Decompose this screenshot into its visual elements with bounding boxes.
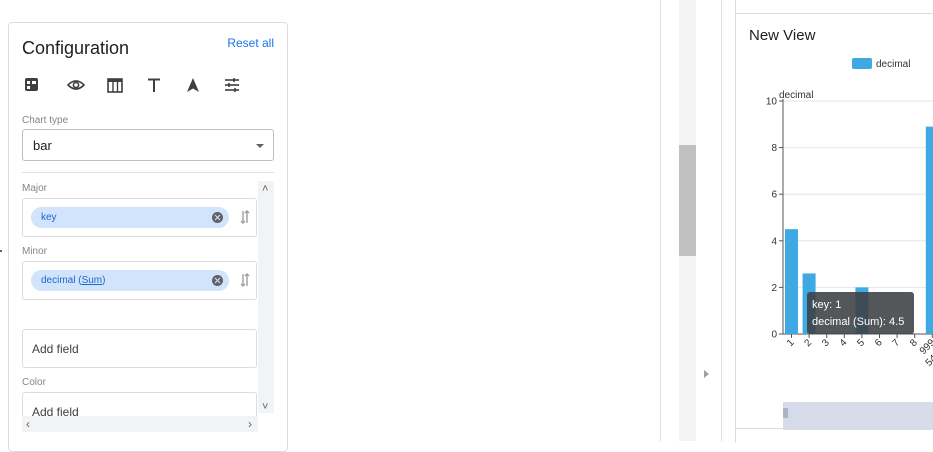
chart-type-select[interactable]: bar [22,129,274,161]
text-icon[interactable] [144,75,164,95]
config-toolbar [22,75,262,95]
range-brush[interactable] [783,402,933,430]
remove-chip-icon[interactable] [212,212,223,223]
expand-arrow-icon[interactable] [704,370,709,378]
sort-icon[interactable] [240,209,250,225]
paint-icon[interactable] [183,75,203,95]
brush-handle[interactable] [783,408,788,418]
bar [785,229,798,334]
scroll-right-icon[interactable]: › [248,417,252,431]
scroll-up-icon[interactable]: ˄ [262,183,268,195]
x-tick-label: 4 [838,337,850,349]
legend: decimal [852,58,910,70]
chart-edit-icon[interactable] [22,75,42,95]
bar [925,126,933,334]
minor-chip[interactable]: decimal (Sum) [31,270,229,291]
dropdown-caret-icon [256,144,264,148]
view-title: New View [749,27,816,44]
edge-marker [0,250,2,252]
sort-icon[interactable] [240,272,250,288]
y-axis-label: decimal [779,90,813,101]
color-label: Color [22,377,46,388]
configuration-panel: Configuration Reset all Chart type bar M… [8,22,288,452]
reset-all-link[interactable]: Reset all [227,36,274,50]
y-tick-label: 0 [771,330,777,341]
fields-area: Major key Minor decimal (Sum) Add field … [22,178,274,448]
chart-type-value: bar [33,138,52,153]
horizontal-scrollbar[interactable]: ‹ › [22,416,258,432]
brush-area[interactable] [783,402,933,430]
grid-lines [783,100,933,288]
major-chip-label: key [41,212,57,223]
scroll-down-icon[interactable]: ˅ [262,401,268,413]
y-tick-label: 8 [771,143,777,154]
major-label: Major [22,183,48,194]
x-tick-label: 2 [803,337,815,349]
add-field-minor[interactable]: Add field [22,329,257,368]
chart-type-label: Chart type [22,115,69,126]
pane-scrollbar-thumb[interactable] [679,145,696,256]
minor-chip-label: decimal (Sum) [41,275,106,286]
sliders-icon[interactable] [222,75,242,95]
major-chip[interactable]: key [31,207,229,228]
x-tick-label: 1 [785,337,797,349]
tooltip-value: decimal (Sum): 4.5 [812,316,905,328]
scroll-left-icon[interactable]: ‹ [26,417,30,431]
vertical-scrollbar[interactable]: ˄ ˅ [258,181,274,413]
x-tick-label: 6 [873,337,885,349]
pane-divider [721,0,722,441]
remove-chip-icon[interactable] [212,275,223,286]
minor-field[interactable]: decimal (Sum) [22,261,257,300]
pane-divider [660,0,661,441]
y-tick-label: 10 [766,97,778,108]
card-border [736,13,933,14]
legend-label: decimal [876,59,910,70]
chart-tooltip: key: 1 decimal (Sum): 4.5 [807,292,914,334]
bar-chart: 0246810decimal1 2 3 4 5 6 7 8999546456 decimal [766,58,933,430]
x-tick-label: 3 [820,337,832,349]
minor-label: Minor [22,246,48,257]
aggregation-link[interactable]: Sum [82,275,103,286]
divider [22,172,274,173]
tooltip-key: key: 1 [812,299,842,311]
x-tick-label: 8 [908,337,920,349]
x-tick-label: 5 [855,337,867,349]
y-tick-label: 4 [771,236,777,247]
panel-title: Configuration [22,38,130,58]
add-field-text: Add field [32,342,79,356]
minor-chip-field: decimal [41,275,76,286]
table-icon[interactable] [105,75,125,95]
y-tick-label: 2 [771,283,777,294]
x-tick-label: 7 [891,337,903,349]
legend-swatch [852,58,872,69]
major-field[interactable]: key [22,198,257,237]
eye-icon[interactable] [66,75,86,95]
y-tick-label: 6 [771,190,777,201]
